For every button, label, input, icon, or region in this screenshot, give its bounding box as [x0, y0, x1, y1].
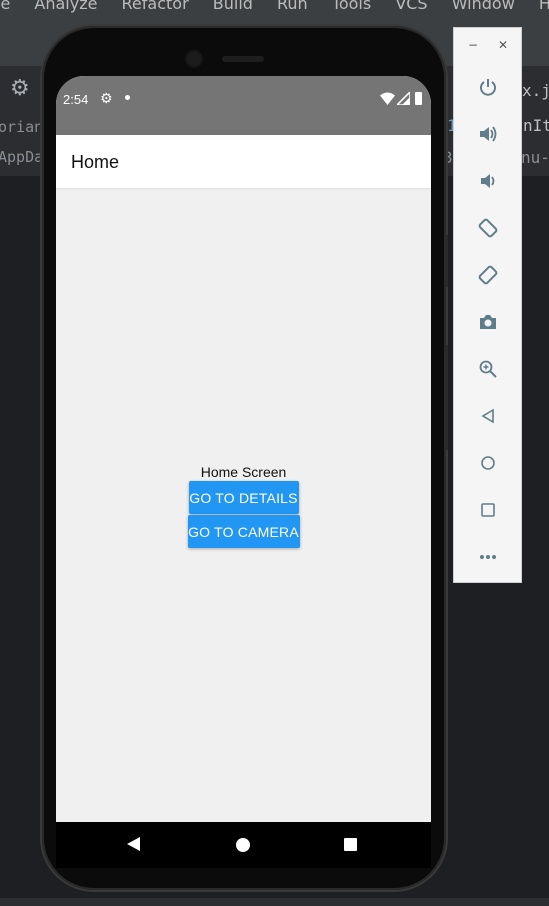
power-icon[interactable] — [454, 72, 521, 102]
ide-menubar: le Analyze Refactor Build Run Tools VCS … — [0, 0, 549, 14]
volume-up-icon[interactable] — [454, 119, 521, 149]
nav-recents-icon[interactable] — [344, 838, 357, 851]
home-icon[interactable] — [454, 448, 521, 478]
ide-statusbar — [0, 898, 549, 906]
ide-code-text-2: nu- — [521, 148, 549, 167]
phone-speaker — [222, 56, 264, 62]
menu-item-window[interactable]: Window — [452, 0, 515, 13]
signal-icon — [397, 92, 410, 105]
phone-camera — [187, 52, 201, 66]
page-title: Home — [71, 152, 120, 172]
go-to-camera-button[interactable]: GO TO CAMERA — [187, 515, 300, 548]
menu-item-help[interactable]: Help — [539, 0, 549, 13]
settings-gear-icon: ⚙ — [100, 91, 113, 107]
rotate-right-icon[interactable] — [454, 260, 521, 290]
overview-icon[interactable] — [454, 495, 521, 525]
home-content: Home Screen GO TO DETAILS GO TO CAMERA — [56, 464, 431, 548]
more-icon[interactable] — [454, 542, 521, 572]
back-icon[interactable] — [454, 401, 521, 431]
ide-project-path-text-2: AppDa — [0, 148, 44, 166]
ide-tab-label[interactable]: x.js — [522, 81, 549, 100]
android-navigation-bar — [56, 822, 431, 868]
volume-down-icon[interactable] — [454, 166, 521, 196]
phone-side-button — [445, 235, 448, 287]
camera-icon[interactable] — [454, 307, 521, 337]
close-icon[interactable]: ✕ — [498, 38, 508, 52]
zoom-icon[interactable] — [454, 354, 521, 384]
menu-item-refactor[interactable]: Refactor — [122, 0, 189, 13]
ide-settings-gear-icon[interactable]: ⚙ — [10, 76, 30, 101]
ide-code-text: nIt — [523, 116, 549, 135]
menu-item-tools[interactable]: Tools — [332, 0, 371, 13]
menu-item-vcs[interactable]: VCS — [395, 0, 427, 13]
menu-item-analyze[interactable]: Analyze — [34, 0, 97, 13]
emulator-toolbar: − ✕ — [453, 27, 522, 583]
menu-item-run[interactable]: Run — [277, 0, 308, 13]
minimize-icon[interactable]: − — [468, 38, 478, 52]
menu-item-build[interactable]: Build — [213, 0, 253, 13]
status-bar: 2:54 ⚙ — [56, 76, 431, 135]
app-header: Home — [56, 135, 431, 188]
device-screen: 2:54 ⚙ Home Home Screen GO TO DETAILS GO… — [56, 76, 431, 822]
status-time: 2:54 — [63, 92, 89, 107]
battery-icon — [415, 92, 422, 105]
nav-back-icon[interactable] — [127, 837, 140, 851]
go-to-details-button[interactable]: GO TO DETAILS — [188, 481, 299, 514]
notification-dot-icon — [125, 95, 130, 100]
rotate-left-icon[interactable] — [454, 213, 521, 243]
wifi-icon — [380, 92, 395, 105]
menu-item-file[interactable]: le — [0, 0, 10, 13]
nav-home-icon[interactable] — [236, 838, 250, 852]
home-screen-label: Home Screen — [200, 464, 287, 480]
phone-volume-button — [445, 345, 448, 450]
